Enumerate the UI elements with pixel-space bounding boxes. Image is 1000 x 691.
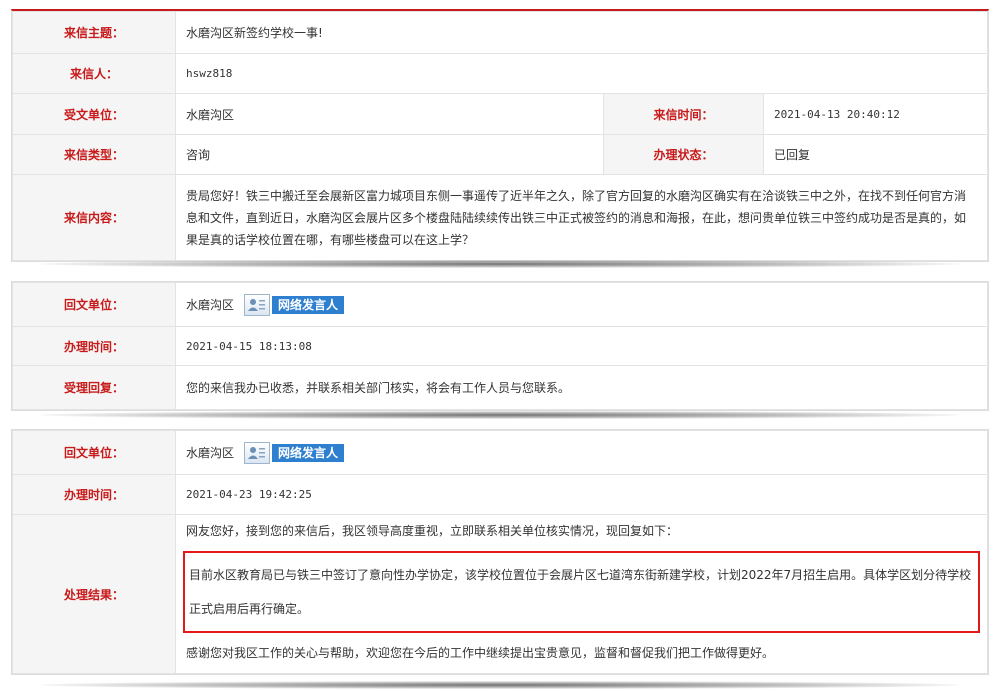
reply1-table: 回文单位： 水磨沟区 网络发言人 办理时间： 2021-04-15 18:13:… (12, 282, 988, 410)
reply1-reply-label: 受理回复： (12, 365, 176, 410)
type-label: 来信类型： (12, 134, 176, 175)
subject-label: 来信主题： (12, 11, 176, 54)
reply2-time-value: 2021-04-23 19:42:25 (175, 474, 988, 515)
reply1-time-label: 办理时间： (12, 326, 176, 366)
panel-shadow (40, 411, 960, 419)
result-highlight: 目前水区教育局已与铁三中签订了意向性办学协定，该学校位置位于会展片区七道湾东街新… (183, 551, 980, 633)
sender-value: hswz818 (175, 53, 988, 94)
reply2-org-value: 水磨沟区 (186, 446, 235, 460)
status-value: 已回复 (763, 134, 988, 175)
reply1-reply-value: 您的来信我办已收悉，并联系相关部门核实，将会有工作人员与您联系。 (175, 365, 988, 410)
reply1-org-value: 水磨沟区 (186, 298, 235, 312)
reply2-table: 回文单位： 水磨沟区 网络发言人 办理时间： 2021-04-23 19:42:… (12, 430, 988, 674)
result-para-1: 网友您好，接到您的来信后，我区领导高度重视，立即联系相关单位核实情况，现回复如下… (186, 524, 679, 538)
content-label: 来信内容： (12, 174, 176, 261)
reply2-result-label: 处理结果： (12, 514, 176, 674)
reply1-org-label: 回文单位： (12, 282, 176, 327)
person-card-icon (244, 293, 271, 316)
reply2-panel: 回文单位： 水磨沟区 网络发言人 办理时间： 2021-04-23 19:42:… (11, 429, 989, 675)
content-cell: 贵局您好！铁三中搬迁至会展新区富力城项目东侧一事遥传了近半年之久，除了官方回复的… (175, 174, 988, 261)
subject-value: 水磨沟区新签约学校一事! (175, 11, 988, 54)
content-value: 贵局您好！铁三中搬迁至会展新区富力城项目东侧一事遥传了近半年之久，除了官方回复的… (186, 188, 967, 247)
reply2-org-label: 回文单位： (12, 430, 176, 475)
receiver-label: 受文单位： (12, 93, 176, 135)
receiver-value: 水磨沟区 (175, 93, 604, 135)
reply2-time-label: 办理时间： (12, 474, 176, 515)
reply2-result-cell: 网友您好，接到您的来信后，我区领导高度重视，立即联系相关单位核实情况，现回复如下… (175, 514, 988, 674)
panel-shadow (40, 681, 960, 689)
letter-table: 来信主题： 水磨沟区新签约学校一事! 来信人： hswz818 受文单位： 水磨… (12, 11, 988, 261)
spokesperson-badge: 网络发言人 (244, 293, 345, 316)
sender-label: 来信人： (12, 53, 176, 94)
letter-panel: 来信主题： 水磨沟区新签约学校一事! 来信人： hswz818 受文单位： 水磨… (11, 9, 989, 262)
spokesperson-badge-label: 网络发言人 (272, 443, 345, 462)
reply1-panel: 回文单位： 水磨沟区 网络发言人 办理时间： 2021-04-15 18:13:… (11, 281, 989, 411)
panel-shadow (40, 260, 960, 268)
letter-time-label: 来信时间： (603, 93, 764, 135)
reply2-org-cell: 水磨沟区 网络发言人 (175, 430, 988, 475)
reply1-time-value: 2021-04-15 18:13:08 (175, 326, 988, 366)
status-label: 办理状态： (603, 134, 764, 175)
type-value: 咨询 (175, 134, 604, 175)
spokesperson-badge: 网络发言人 (244, 441, 345, 464)
spokesperson-badge-label: 网络发言人 (272, 295, 345, 314)
person-card-icon (244, 441, 271, 464)
letter-time-value: 2021-04-13 20:40:12 (763, 93, 988, 135)
reply1-org-cell: 水磨沟区 网络发言人 (175, 282, 988, 327)
result-para-3: 感谢您对我区工作的关心与帮助，欢迎您在今后的工作中继续提出宝贵意见，监督和督促我… (186, 646, 775, 660)
